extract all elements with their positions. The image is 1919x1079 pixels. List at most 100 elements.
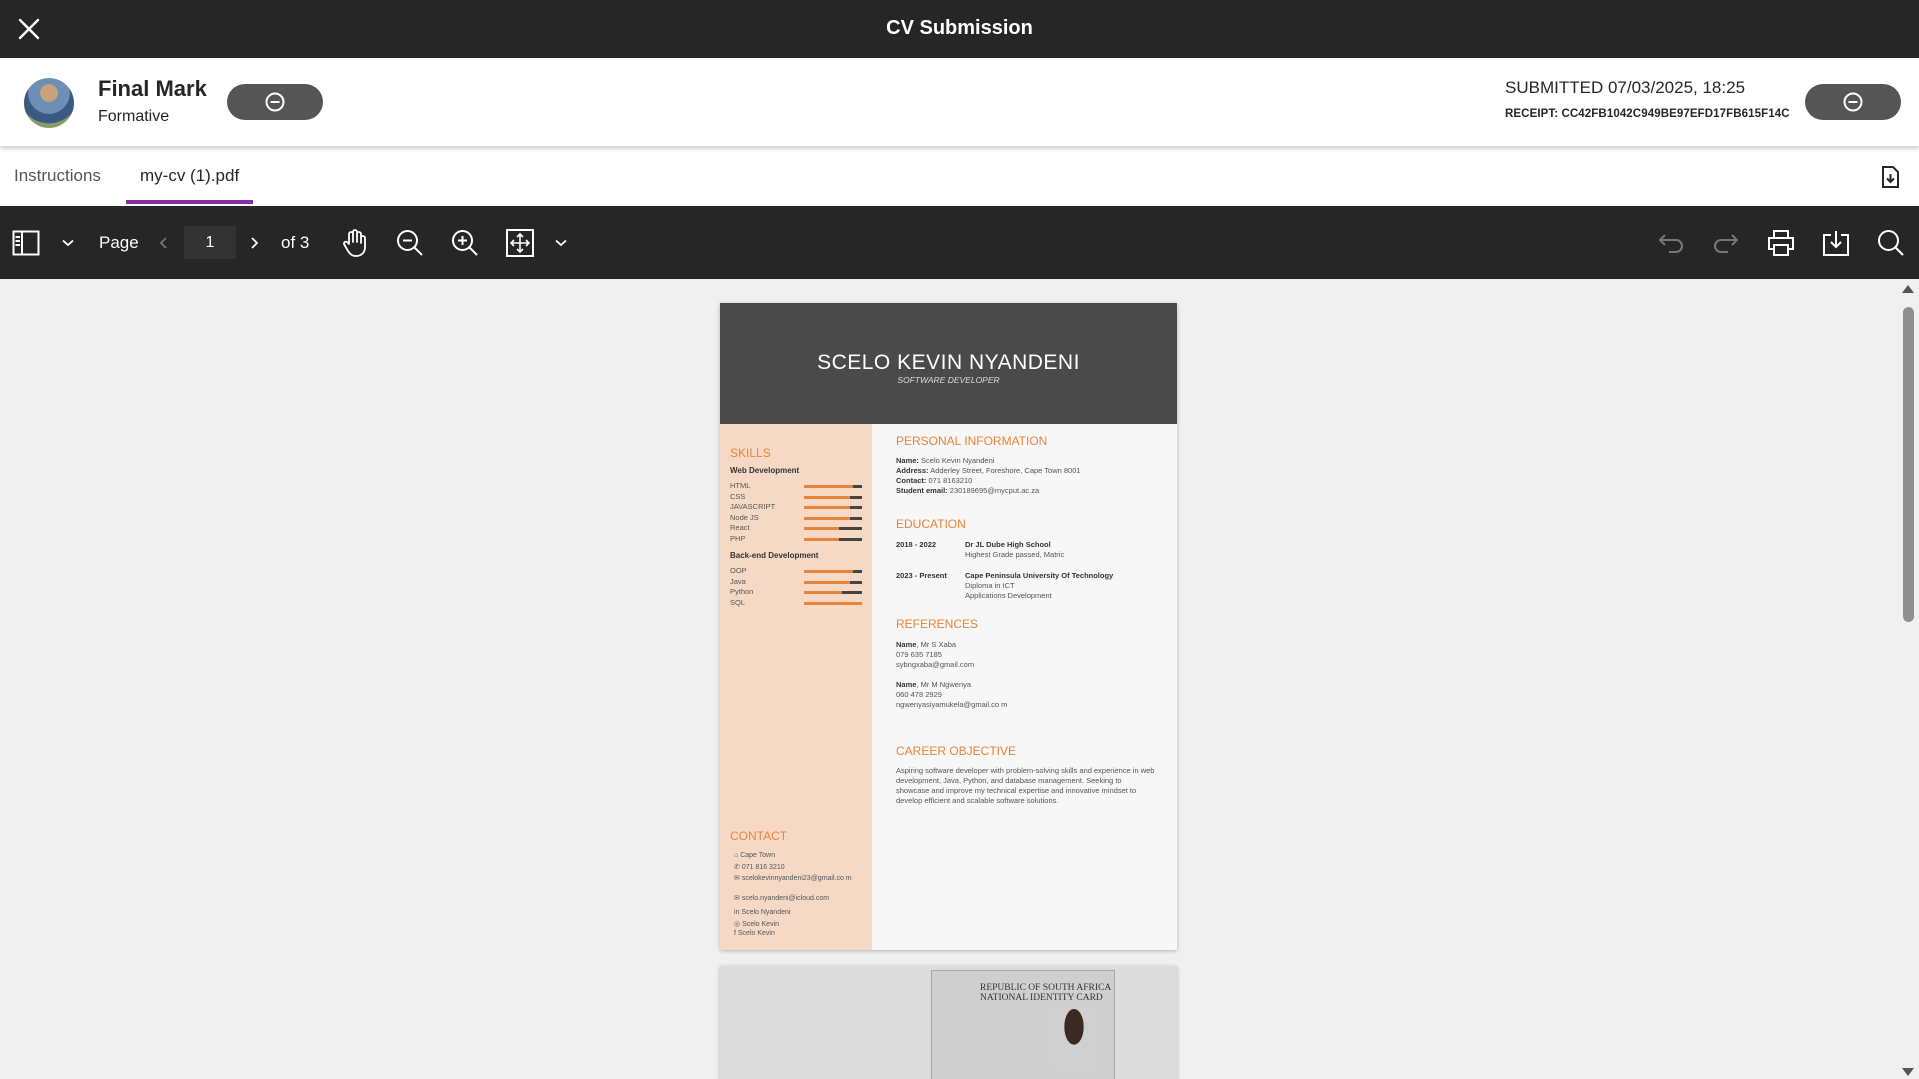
contact-location: ⌂ Cape Town	[734, 852, 776, 859]
page-number-input[interactable]	[184, 226, 236, 259]
skill-row: SQL	[730, 597, 862, 608]
skill-row: HTML	[730, 481, 862, 491]
skill-name: OOP	[730, 566, 747, 575]
grade-pill-button[interactable]	[227, 84, 323, 120]
objective-heading: CAREER OBJECTIVE	[896, 744, 1017, 758]
skill-level-bar	[804, 495, 862, 499]
download-document-icon[interactable]	[1880, 166, 1902, 188]
scrollbar-thumb[interactable]	[1903, 307, 1914, 622]
skill-row: Java	[730, 576, 862, 587]
sidebar-toggle-icon[interactable]	[10, 206, 42, 279]
chevron-down-icon[interactable]	[551, 206, 571, 279]
edu-years-2: 2023 - Present	[896, 571, 947, 580]
skill-level-bar	[804, 516, 862, 520]
education-heading: EDUCATION	[896, 517, 966, 531]
skill-level-bar	[804, 485, 862, 488]
skill-name: CSS	[730, 491, 746, 501]
contact-github: ◎ Scelo Kevin	[734, 921, 780, 928]
skill-level-fill	[804, 580, 851, 584]
previous-page-icon[interactable]	[154, 206, 174, 279]
cv-role: SOFTWARE DEVELOPER	[897, 375, 1000, 385]
pan-hand-icon[interactable]	[338, 206, 372, 279]
backend-heading: Back-end Development	[730, 551, 819, 560]
skill-level-fill	[804, 591, 842, 594]
skill-row: Python	[730, 587, 862, 597]
cv-header: SCELO KEVIN NYANDENI SOFTWARE DEVELOPER	[720, 303, 1177, 424]
skill-row: JAVASCRIPT	[730, 502, 862, 512]
tab-file[interactable]: my-cv (1).pdf	[126, 146, 254, 206]
zoom-in-icon[interactable]	[448, 206, 482, 279]
redo-icon[interactable]	[1709, 206, 1743, 279]
skill-row: CSS	[730, 491, 862, 502]
undo-icon[interactable]	[1654, 206, 1688, 279]
pdf-toolbar: Page of 3	[0, 206, 1919, 279]
status-pill-button[interactable]	[1805, 84, 1901, 120]
close-icon[interactable]	[12, 12, 46, 46]
search-icon[interactable]	[1874, 206, 1908, 279]
minus-circle-icon	[265, 92, 285, 112]
scroll-down-arrow-icon[interactable]	[1902, 1068, 1914, 1076]
personal-info: Name: Scelo Kevin Nyandeni Address: Adde…	[896, 456, 1081, 495]
skill-level-fill	[804, 527, 839, 530]
skill-level-bar	[804, 506, 862, 509]
contact-email: ✉ scelokevinnyandeni23@gmail.co m	[734, 875, 852, 882]
skill-name: React	[730, 523, 750, 532]
id-card-title: REPUBLIC OF SOUTH AFRICA NATIONAL IDENTI…	[980, 983, 1112, 1003]
skill-row: Node JS	[730, 512, 862, 523]
skill-name: SQL	[730, 597, 746, 607]
avatar	[24, 78, 74, 128]
skill-row: OOP	[730, 566, 862, 576]
id-card-image: REPUBLIC OF SOUTH AFRICA NATIONAL IDENTI…	[931, 970, 1115, 1079]
pdf-viewer[interactable]: SCELO KEVIN NYANDENI SOFTWARE DEVELOPER …	[0, 279, 1919, 1079]
pdf-page-1: SCELO KEVIN NYANDENI SOFTWARE DEVELOPER …	[720, 303, 1177, 950]
scrollbar-track[interactable]	[1897, 279, 1919, 1079]
skill-level-fill	[804, 516, 851, 520]
skill-name: PHP	[730, 533, 746, 543]
reference-1: Name, Mr S Xaba 079 635 7185 sybngxaba@g…	[896, 640, 975, 669]
skill-name: HTML	[730, 481, 751, 490]
contact-heading: CONTACT	[730, 829, 788, 843]
zoom-out-icon[interactable]	[393, 206, 427, 279]
minus-circle-icon	[1843, 92, 1863, 112]
skill-level-fill	[804, 601, 862, 605]
window-title: CV Submission	[886, 17, 1033, 39]
pdf-page-2: REPUBLIC OF SOUTH AFRICA NATIONAL IDENTI…	[720, 966, 1177, 1079]
skill-row: React	[730, 523, 862, 533]
tab-bar: Instructions my-cv (1).pdf	[0, 146, 1919, 206]
skill-level-bar	[804, 527, 862, 530]
web-dev-heading: Web Development	[730, 466, 800, 475]
submission-header: Final Mark Formative SUBMITTED 07/03/202…	[0, 58, 1919, 146]
skill-row: PHP	[730, 533, 862, 544]
id-photo	[1050, 1003, 1098, 1071]
skill-level-fill	[804, 485, 854, 488]
skill-level-fill	[804, 570, 854, 573]
submitted-timestamp: SUBMITTED 07/03/2025, 18:25	[1505, 78, 1746, 97]
skill-name: JAVASCRIPT	[730, 502, 776, 511]
skill-name: Node JS	[730, 512, 759, 522]
contact-facebook: f Scelo Kevin	[734, 930, 775, 937]
active-tab-indicator	[126, 200, 254, 204]
edu-entry-1: Dr JL Dube High School Highest Grade pas…	[965, 540, 1065, 559]
tab-instructions[interactable]: Instructions	[14, 146, 101, 206]
next-page-icon[interactable]	[244, 206, 264, 279]
scroll-up-arrow-icon[interactable]	[1902, 285, 1914, 293]
chevron-down-icon[interactable]	[58, 206, 78, 279]
skill-level-fill	[804, 537, 839, 541]
download-icon[interactable]	[1819, 206, 1853, 279]
contact-icloud: ✉ scelo.nyandeni@icloud.com	[734, 895, 830, 902]
page-label: Page	[99, 233, 139, 252]
skill-level-bar	[804, 601, 862, 605]
cv-sidebar: SKILLS Web Development HTML CSS JAVASCRIPT…	[720, 424, 872, 950]
skills-heading: SKILLS	[730, 446, 771, 460]
print-icon[interactable]	[1764, 206, 1798, 279]
skill-level-fill	[804, 506, 851, 509]
grade-type: Formative	[98, 108, 170, 125]
fit-page-icon[interactable]	[503, 206, 537, 279]
tab-file-label: my-cv (1).pdf	[140, 166, 240, 185]
contact-linkedin: in Scelo Nyandeni	[734, 909, 791, 916]
cv-main: PERSONAL INFORMATION Name: Scelo Kevin N…	[872, 424, 1177, 950]
skill-name: Java	[730, 576, 746, 586]
personal-heading: PERSONAL INFORMATION	[896, 434, 1048, 448]
objective-text: Aspiring software developer with problem…	[896, 766, 1155, 805]
top-bar: CV Submission	[0, 0, 1919, 58]
